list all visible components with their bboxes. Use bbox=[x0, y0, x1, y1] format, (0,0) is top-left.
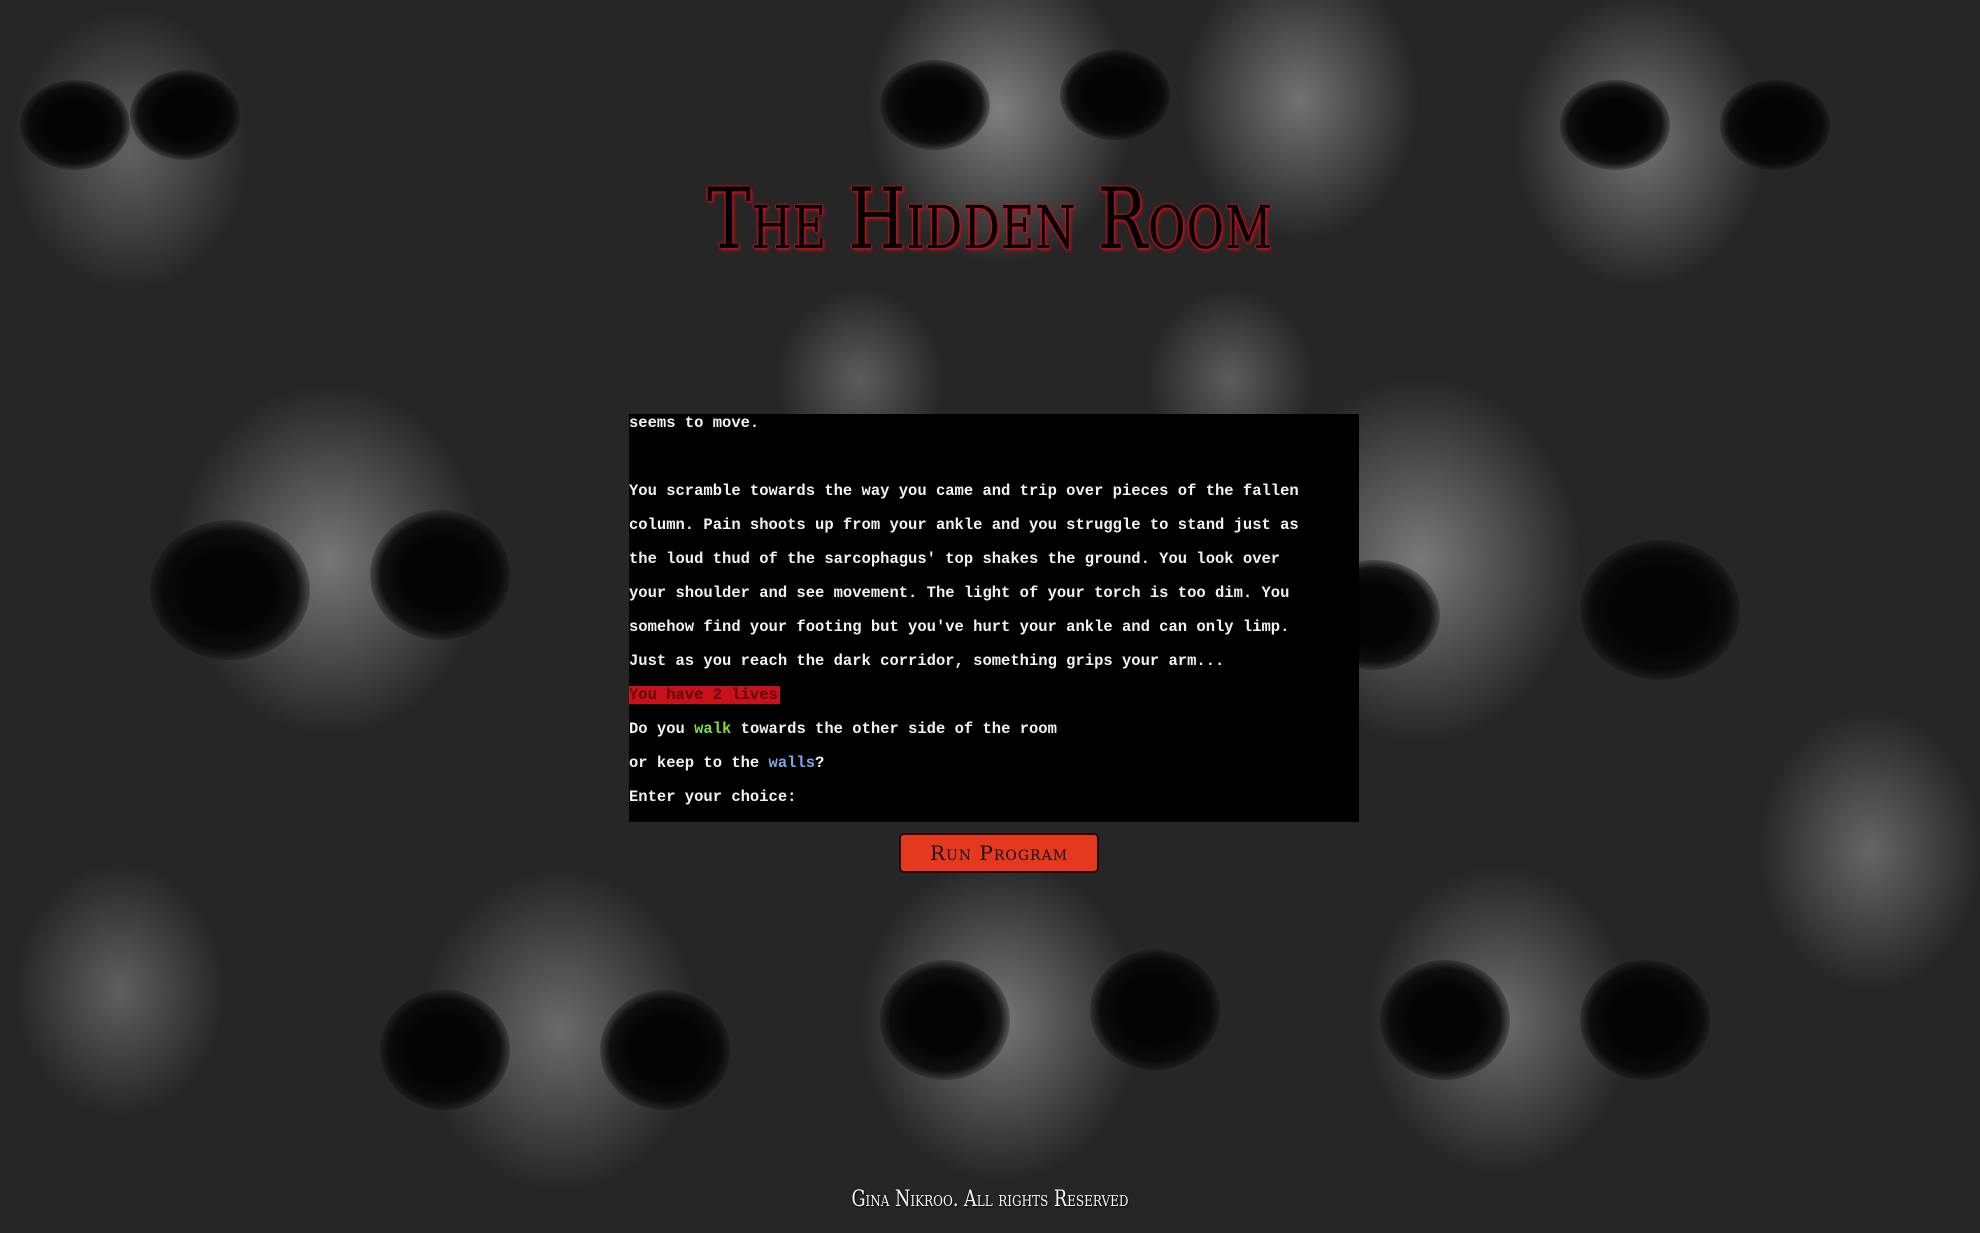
skull-socket-decoration bbox=[1090, 950, 1220, 1070]
terminal-line: seems to move. bbox=[629, 414, 760, 432]
skull-socket-decoration bbox=[880, 60, 990, 150]
terminal-line: You scramble towards the way you came an… bbox=[629, 482, 1299, 500]
skull-socket-decoration bbox=[1720, 80, 1830, 170]
skull-socket-decoration bbox=[1380, 960, 1510, 1080]
skull-socket-decoration bbox=[130, 70, 240, 160]
skull-socket-decoration bbox=[380, 990, 510, 1110]
choice-suffix: ? bbox=[815, 754, 825, 772]
skull-socket-decoration bbox=[370, 510, 510, 640]
skull-socket-decoration bbox=[880, 960, 1010, 1080]
skull-socket-decoration bbox=[600, 990, 730, 1110]
terminal-line: Just as you reach the dark corridor, som… bbox=[629, 652, 1225, 670]
terminal-line: your shoulder and see movement. The ligh… bbox=[629, 584, 1290, 602]
choice-prefix: Do you bbox=[629, 720, 695, 738]
skull-socket-decoration bbox=[150, 520, 310, 660]
lives-badge: You have 2 lives bbox=[629, 686, 780, 704]
skull-socket-decoration bbox=[1580, 960, 1710, 1080]
choice-prefix: or keep to the bbox=[629, 754, 769, 772]
lives-line: You have 2 lives bbox=[629, 686, 1359, 720]
choice-line-walls: or keep to the walls? bbox=[629, 754, 1359, 788]
page-background: The Hidden Room seems to move. You scram… bbox=[0, 0, 1980, 1233]
terminal-line: column. Pain shoots up from your ankle a… bbox=[629, 516, 1299, 534]
walls-keyword: walls bbox=[768, 754, 816, 772]
choice-suffix: towards the other side of the room bbox=[731, 720, 1057, 738]
terminal-window[interactable]: seems to move. You scramble towards the … bbox=[629, 414, 1359, 822]
skull-socket-decoration bbox=[1580, 540, 1740, 680]
skull-socket-decoration bbox=[1060, 50, 1170, 140]
terminal-line: the loud thud of the sarcophagus' top sh… bbox=[629, 550, 1281, 568]
skull-socket-decoration bbox=[1560, 80, 1670, 170]
choice-line-walk: Do you walk towards the other side of th… bbox=[629, 720, 1359, 754]
prompt-line: Enter your choice: bbox=[629, 788, 797, 806]
footer-copyright: Gina Nikroo. All rights Reserved bbox=[851, 1187, 1129, 1212]
walk-keyword: walk bbox=[694, 720, 732, 738]
skull-socket-decoration bbox=[20, 80, 130, 170]
page-title: The Hidden Room bbox=[707, 170, 1273, 268]
terminal-line: somehow find your footing but you've hur… bbox=[629, 618, 1290, 636]
run-program-button[interactable]: Run Program bbox=[899, 833, 1099, 873]
